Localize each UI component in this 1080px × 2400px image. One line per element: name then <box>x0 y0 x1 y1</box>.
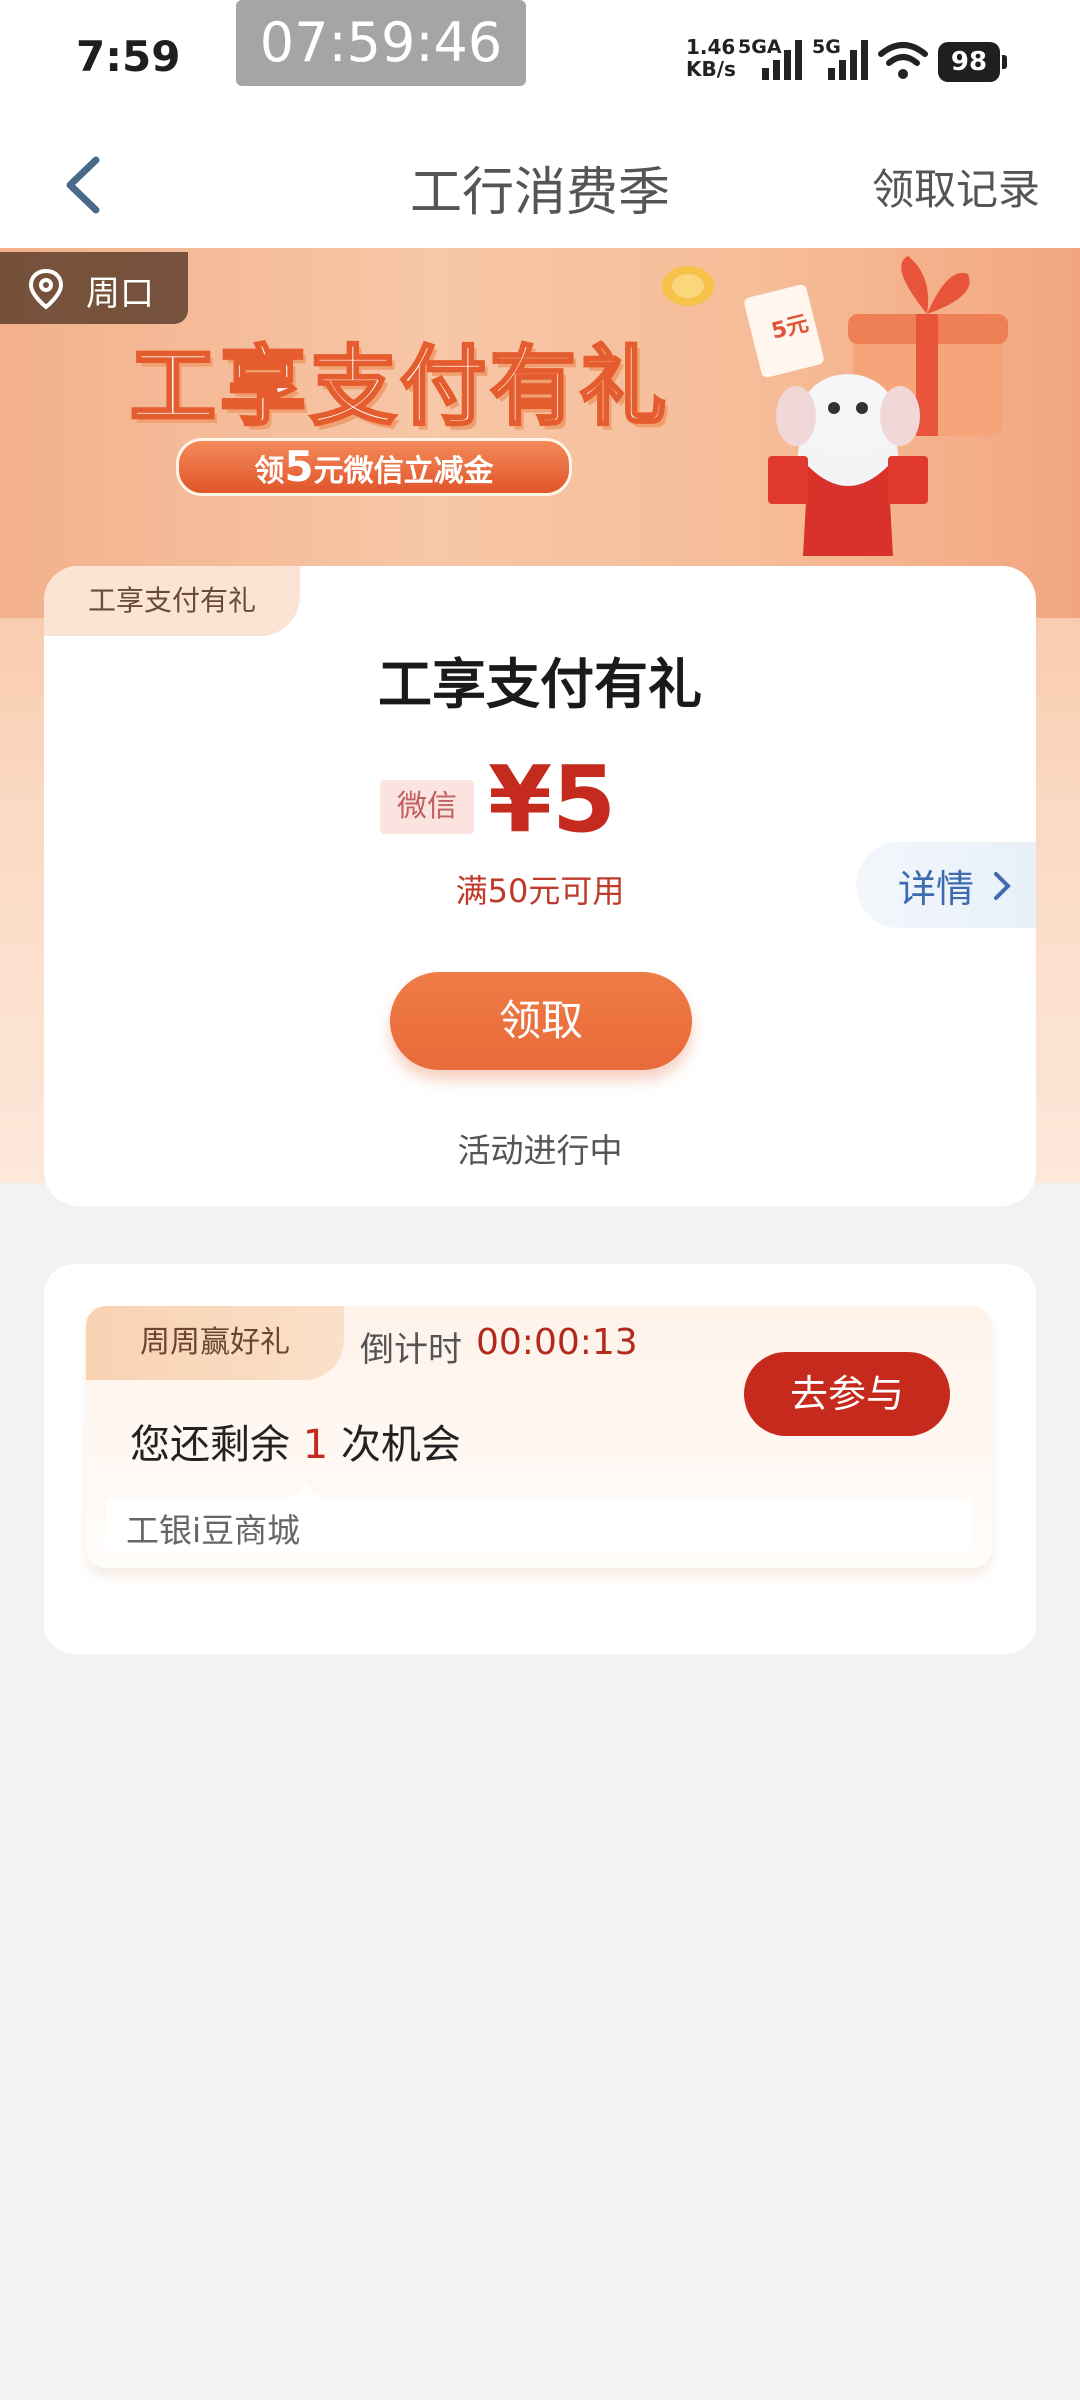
gift-mascot-illustration: 5元 <box>662 256 1008 556</box>
location-pin-icon <box>28 268 64 310</box>
claim-record-link[interactable]: 领取记录 <box>872 156 1040 217</box>
join-button[interactable]: 去参与 <box>744 1352 950 1436</box>
coupon-amount: ¥5 <box>488 746 617 853</box>
signal-icon <box>762 40 802 80</box>
signal-icon-2 <box>828 40 868 80</box>
countdown-value: 00:00:13 <box>476 1322 638 1363</box>
wechat-channel-badge: 微信 <box>380 780 474 834</box>
battery-indicator: 98 <box>938 42 1007 82</box>
activity-status: 活动进行中 <box>457 1131 623 1170</box>
chevron-right-icon <box>994 872 1011 900</box>
wifi-icon <box>878 42 928 79</box>
banner-subtitle-pill: 领5元微信立减金 <box>176 438 572 496</box>
coupon-title: 工享支付有礼 <box>378 653 702 716</box>
location-selector[interactable]: 周口 <box>0 252 188 324</box>
status-time: 7:59 <box>76 32 181 81</box>
weekly-gift-tab: 周周赢好礼 <box>86 1306 344 1380</box>
remaining-chances: 您还剩余 1 次机会 <box>130 1422 461 1468</box>
location-name: 周口 <box>86 274 154 314</box>
shop-name[interactable]: 工银i豆商城 <box>126 1504 300 1552</box>
coupon-card-tag: 工享支付有礼 <box>44 566 300 636</box>
detail-button-label[interactable]: 详情 <box>898 858 974 913</box>
recording-clock: 07:59:46 <box>236 0 526 86</box>
network-speed: 1.46 KB/s <box>686 35 736 81</box>
countdown-label: 倒计时 <box>360 1330 462 1370</box>
banner-headline: 工享支付有礼 <box>129 336 670 439</box>
claim-button[interactable]: 领取 <box>390 972 692 1070</box>
